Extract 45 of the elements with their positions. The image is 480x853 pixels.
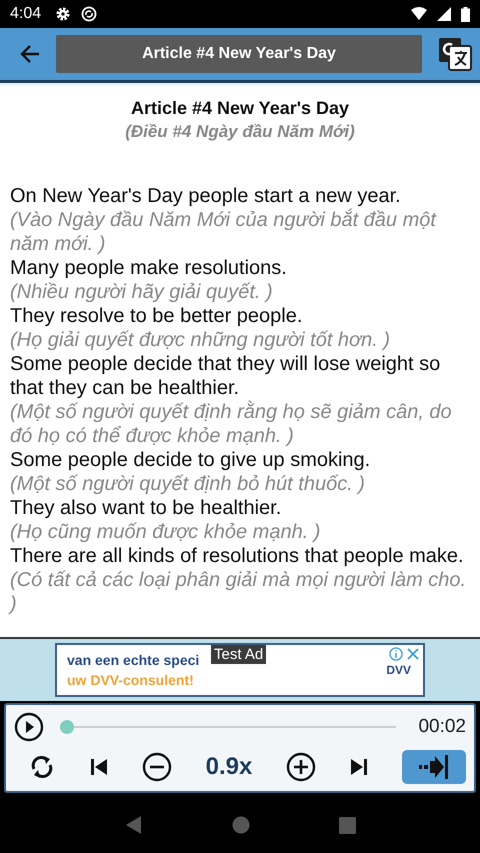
playback-speed: 0.9x xyxy=(206,752,252,781)
close-icon[interactable] xyxy=(407,648,419,660)
plus-icon[interactable] xyxy=(286,752,316,782)
translate-icon[interactable] xyxy=(438,37,472,71)
home-nav-icon[interactable] xyxy=(232,816,250,834)
skip-next-icon[interactable] xyxy=(348,756,369,777)
ad-banner[interactable]: van een echte speci uw DVV-consulent! DVV Test Ad xyxy=(55,643,425,697)
sentence-text: Some people decide that they will lose weight so that they can be healthier. xyxy=(10,352,442,400)
arrow-to-line-icon xyxy=(418,754,450,780)
minus-icon[interactable] xyxy=(142,752,172,782)
status-time: 4:04 xyxy=(10,5,42,23)
sentence-translation: (Một số người quyết định rằng họ sẽ giảm cân, do đó họ có thể được khỏe mạnh. ) xyxy=(10,400,453,448)
sentence-text: They resolve to be better people. xyxy=(10,304,304,328)
ad-tagline: uw DVV-consulent! xyxy=(67,671,194,690)
progress-thumb[interactable] xyxy=(60,720,74,734)
elapsed-time: 00:02 xyxy=(418,716,466,738)
battery-icon xyxy=(461,6,470,22)
sentence-text: Some people decide to give up smoking. xyxy=(10,448,372,472)
sentence-translation: (Nhiều người hãy giải quyết. ) xyxy=(10,280,274,304)
wifi-icon xyxy=(411,7,427,21)
article-subtitle: (Điều #4 Ngày đầu Năm Mới) xyxy=(124,121,356,143)
sync-icon xyxy=(81,6,98,22)
sentence-text: They also want to be healthier. xyxy=(10,496,282,520)
signal-icon xyxy=(437,7,451,21)
sentence-translation: (Vào Ngày đầu Năm Mới của người bắt đầu một năm mới. ) xyxy=(10,208,438,256)
test-ad-label: Test Ad xyxy=(211,645,266,664)
article-title: Article #4 New Year's Day xyxy=(130,97,350,120)
sentence-translation: (Có tất cả các loại phân giải mà mọi người làm cho. ) xyxy=(10,568,468,616)
sentence-text: Many people make resolutions. xyxy=(10,256,288,280)
toolbar-title: Article #4 New Year's Day xyxy=(56,35,422,73)
sentence-translation: (Họ cũng muốn được khỏe mạnh. ) xyxy=(10,520,322,544)
play-icon[interactable] xyxy=(14,712,44,742)
info-icon[interactable] xyxy=(389,647,403,661)
gear-icon xyxy=(55,6,72,22)
recents-nav-icon[interactable] xyxy=(338,816,356,834)
sentence-text: On New Year's Day people start a new year. xyxy=(10,184,402,208)
back-nav-icon[interactable] xyxy=(124,815,142,835)
ad-headline: van een echte speci xyxy=(67,651,200,670)
next-sentence-button[interactable] xyxy=(402,750,466,784)
sentence-text: There are all kinds of resolutions that people make. xyxy=(10,544,465,568)
sentence-translation: (Một số người quyết định bỏ hút thuốc. ) xyxy=(10,472,366,496)
skip-previous-icon[interactable] xyxy=(89,756,110,777)
sentence-translation: (Họ giải quyết được những người tốt hơn. ) xyxy=(10,328,392,352)
back-arrow-icon[interactable] xyxy=(20,45,40,63)
ad-brand: DVV xyxy=(386,663,411,677)
